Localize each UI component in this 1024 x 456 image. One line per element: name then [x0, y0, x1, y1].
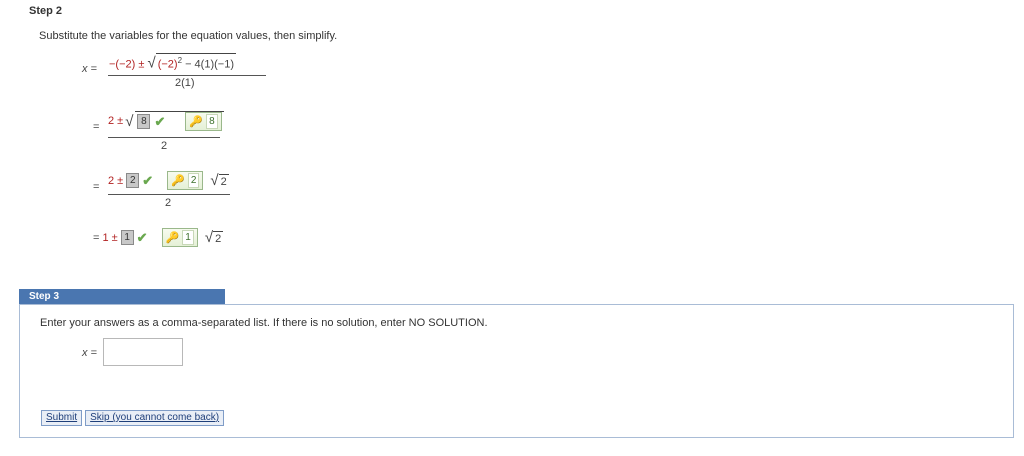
answer-key-box[interactable]: 🔑 1: [161, 228, 198, 247]
answer-box-gray: 2: [126, 173, 140, 188]
line1-denominator: 2(1): [175, 77, 195, 89]
line4-equals: =: [93, 231, 100, 244]
action-buttons: Submit Skip (you cannot come back): [41, 410, 225, 426]
step3-instruction: Enter your answers as a comma-separated …: [40, 317, 488, 329]
answer-label: x =: [82, 347, 97, 359]
line3-numerator: 2 ± 2 ✔ 🔑 2 √ 2: [108, 171, 229, 190]
line2-prefix: 2 ±: [108, 115, 124, 127]
radicand-b: − 4(1)(−1): [185, 58, 234, 71]
check-icon: ✔: [142, 172, 154, 188]
step2-title: Step 2: [29, 5, 63, 17]
line1-numerator: −(−2) ± √ (−2)2 − 4(1)(−1): [109, 53, 236, 72]
line3-denominator: 2: [165, 197, 172, 209]
radicand-exp: 2: [177, 56, 183, 65]
answer-key-box[interactable]: 🔑 2: [167, 171, 204, 190]
line4-prefix: 1 ±: [102, 231, 118, 244]
check-icon: ✔: [154, 113, 166, 129]
line2-denominator: 2: [161, 140, 168, 152]
line3-radicand: 2: [218, 174, 229, 188]
line1-numerator-prefix: −(−2) ±: [109, 58, 145, 71]
step2-instruction: Substitute the variables for the equatio…: [39, 30, 338, 42]
line4-expression: = 1 ± 1 ✔ 🔑 1 √ 2: [93, 228, 224, 247]
sqrt-icon: √: [210, 172, 219, 189]
check-icon: ✔: [136, 229, 148, 245]
line2-numerator: 2 ± √ 8 ✔ 🔑 8: [108, 111, 224, 131]
sqrt-icon: √: [125, 112, 134, 130]
answer-key-value: 1: [182, 230, 194, 245]
line1-fraction-bar: [108, 75, 266, 76]
line2-equals: =: [93, 121, 100, 133]
answer-key-value: 8: [206, 114, 218, 129]
x-equals-label: x =: [82, 63, 97, 75]
key-icon: 🔑: [171, 175, 185, 187]
line2-fraction-bar: [108, 137, 220, 138]
line1-radicand: (−2)2 − 4(1)(−1): [155, 53, 236, 72]
key-icon: 🔑: [165, 232, 180, 244]
step3-tab: Step 3: [19, 289, 225, 304]
answer-input[interactable]: [103, 338, 183, 366]
line2-radicand: 8 ✔ 🔑 8: [135, 111, 224, 131]
sqrt-icon: √: [204, 229, 214, 246]
answer-key-box[interactable]: 🔑 8: [185, 112, 222, 131]
skip-button[interactable]: Skip (you cannot come back): [85, 410, 225, 426]
line3-fraction-bar: [108, 194, 230, 195]
answer-box-gray: 8: [137, 114, 151, 129]
key-icon: 🔑: [189, 115, 204, 128]
sqrt-icon: √: [147, 54, 156, 72]
line3-equals: =: [93, 181, 100, 193]
answer-key-value: 2: [187, 173, 200, 188]
answer-box-gray: 1: [120, 230, 134, 245]
radicand-a: (−2): [157, 58, 178, 71]
line4-radicand: 2: [213, 231, 224, 245]
line3-prefix: 2 ±: [108, 174, 124, 187]
submit-button[interactable]: Submit: [41, 410, 83, 426]
